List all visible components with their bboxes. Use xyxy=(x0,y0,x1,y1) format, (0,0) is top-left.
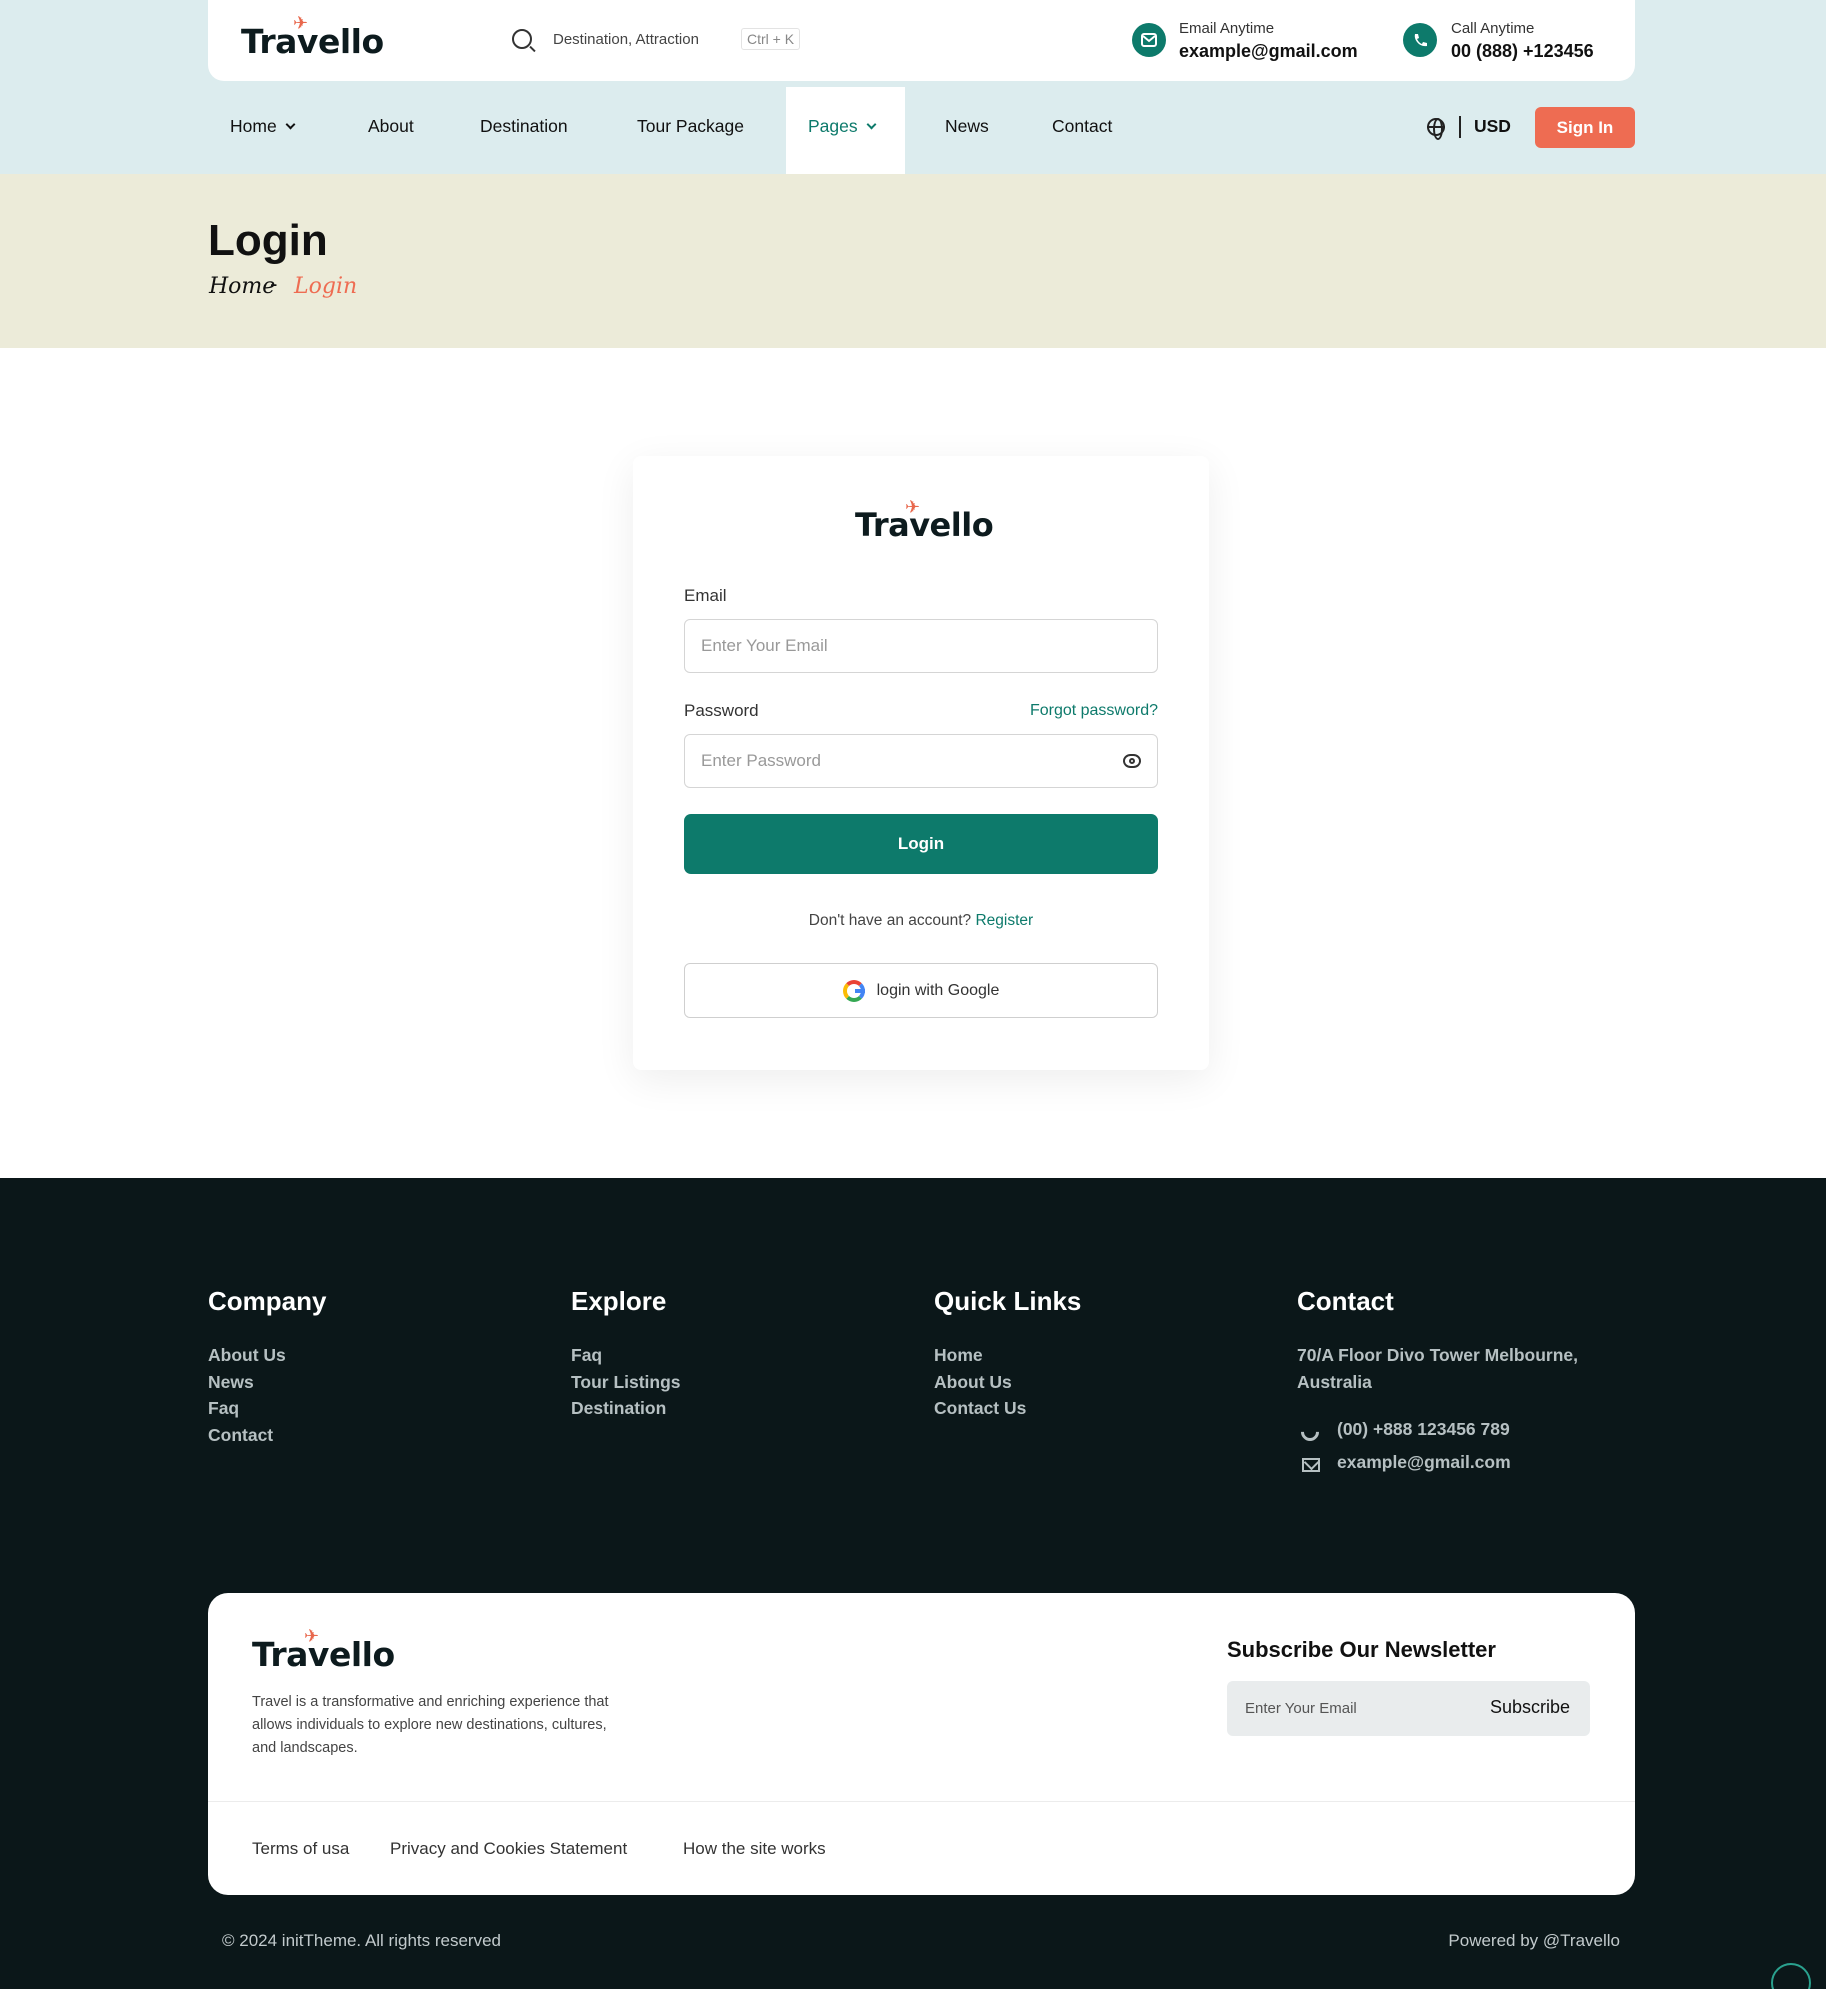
register-prompt: Don't have an account? Register xyxy=(633,912,1209,930)
footer-address: 70/A Floor Divo Tower Melbourne, xyxy=(1297,1345,1578,1365)
footer-link[interactable]: Home xyxy=(934,1345,983,1366)
nav-home[interactable]: Home xyxy=(230,116,296,137)
login-button[interactable]: Login xyxy=(684,814,1158,874)
footer-link[interactable]: Contact Us xyxy=(934,1398,1026,1419)
footer-link[interactable]: Tour Listings xyxy=(571,1372,681,1393)
copyright: © 2024 initTheme. All rights reserved xyxy=(222,1931,501,1950)
password-placeholder: Enter Password xyxy=(701,751,821,770)
email-field[interactable]: Enter Your Email xyxy=(684,619,1158,673)
mail-icon xyxy=(1302,1458,1320,1472)
privacy-link[interactable]: Privacy and Cookies Statement xyxy=(390,1839,627,1859)
footer-link[interactable]: Contact xyxy=(208,1425,273,1446)
globe-icon[interactable] xyxy=(1427,118,1445,140)
call-value[interactable]: 00 (888) +123456 xyxy=(1451,41,1594,62)
google-icon xyxy=(842,979,865,1002)
email-label: Email xyxy=(684,586,727,605)
footer-link[interactable]: About Us xyxy=(934,1372,1012,1393)
chevron-down-icon xyxy=(285,119,296,130)
search-input[interactable]: Destination, Attraction xyxy=(553,31,699,48)
topbar: Travello ✈ Destination, Attraction Ctrl … xyxy=(208,0,1635,81)
newsletter-title: Subscribe Our Newsletter xyxy=(1227,1637,1496,1662)
footer-explore-title: Explore xyxy=(571,1286,667,1316)
footer-contact-title: Contact xyxy=(1297,1286,1394,1316)
login-card: Travello ✈ Email Enter Your Email Passwo… xyxy=(633,456,1209,1070)
email-icon xyxy=(1132,23,1166,57)
newsletter-form: Enter Your Email Subscribe xyxy=(1227,1681,1590,1736)
nav-tour-package[interactable]: Tour Package xyxy=(637,116,744,137)
page-title: Login xyxy=(208,216,328,265)
google-login-label: login with Google xyxy=(876,981,1000,999)
forgot-password-link[interactable]: Forgot password? xyxy=(1030,702,1158,720)
footer-about-text: Travel is a transformative and enriching… xyxy=(252,1694,609,1756)
powered-by[interactable]: Powered by @Travello xyxy=(1448,1931,1620,1951)
no-account-text: Don't have an account? xyxy=(808,912,972,929)
breadcrumb-current: Login xyxy=(294,274,358,299)
plane-icon: ✈ xyxy=(293,13,308,34)
nav-pages[interactable]: Pages xyxy=(808,116,877,137)
currency-selector[interactable]: USD xyxy=(1474,116,1511,137)
nav-destination[interactable]: Destination xyxy=(480,116,568,137)
footer-card-divider xyxy=(208,1801,1635,1802)
terms-link[interactable]: Terms of usa xyxy=(252,1839,349,1859)
footer-email[interactable]: example@gmail.com xyxy=(1337,1452,1511,1473)
footer-link[interactable]: Destination xyxy=(571,1398,666,1419)
footer-link[interactable]: Faq xyxy=(208,1398,239,1419)
how-it-works-link[interactable]: How the site works xyxy=(683,1839,826,1859)
nav-about[interactable]: About xyxy=(368,116,414,137)
eye-icon[interactable] xyxy=(1123,754,1141,768)
nav-contact[interactable]: Contact xyxy=(1052,116,1112,137)
footer-link[interactable]: About Us xyxy=(208,1345,286,1366)
breadcrumb-separator: - xyxy=(270,272,278,297)
newsletter-email-input[interactable]: Enter Your Email xyxy=(1245,1700,1357,1717)
nav-news[interactable]: News xyxy=(945,116,989,137)
chevron-down-icon xyxy=(866,119,877,130)
footer-phone[interactable]: (00) +888 123456 789 xyxy=(1337,1419,1510,1440)
register-link[interactable]: Register xyxy=(975,912,1033,929)
search-icon[interactable] xyxy=(512,29,532,49)
call-label: Call Anytime xyxy=(1451,20,1535,37)
plane-icon: ✈ xyxy=(304,1626,319,1647)
card-logo: Travello ✈ xyxy=(855,497,994,544)
nav-divider xyxy=(1459,116,1461,138)
footer-logo[interactable]: Travello ✈ xyxy=(252,1626,395,1674)
footer-quick-links-title: Quick Links xyxy=(934,1286,1082,1316)
password-label: Password xyxy=(684,701,759,720)
footer-card: Travello ✈ Travel is a transformative an… xyxy=(208,1593,1635,1895)
subscribe-button[interactable]: Subscribe xyxy=(1490,1697,1570,1718)
plane-icon: ✈ xyxy=(905,497,920,518)
email-label: Email Anytime xyxy=(1179,20,1275,37)
footer-company-title: Company xyxy=(208,1286,327,1316)
footer-address: Australia xyxy=(1297,1372,1372,1392)
google-login-button[interactable]: login with Google xyxy=(684,963,1158,1018)
site-logo[interactable]: Travello ✈ xyxy=(241,13,384,61)
phone-icon xyxy=(1403,23,1437,57)
breadcrumb-home[interactable]: Home xyxy=(209,274,275,299)
sign-in-button[interactable]: Sign In xyxy=(1535,107,1635,148)
password-field[interactable]: Enter Password xyxy=(684,734,1158,788)
footer-link[interactable]: Faq xyxy=(571,1345,602,1366)
search-shortcut: Ctrl + K xyxy=(741,28,801,50)
footer-link[interactable]: News xyxy=(208,1372,254,1393)
email-value[interactable]: example@gmail.com xyxy=(1179,41,1358,62)
